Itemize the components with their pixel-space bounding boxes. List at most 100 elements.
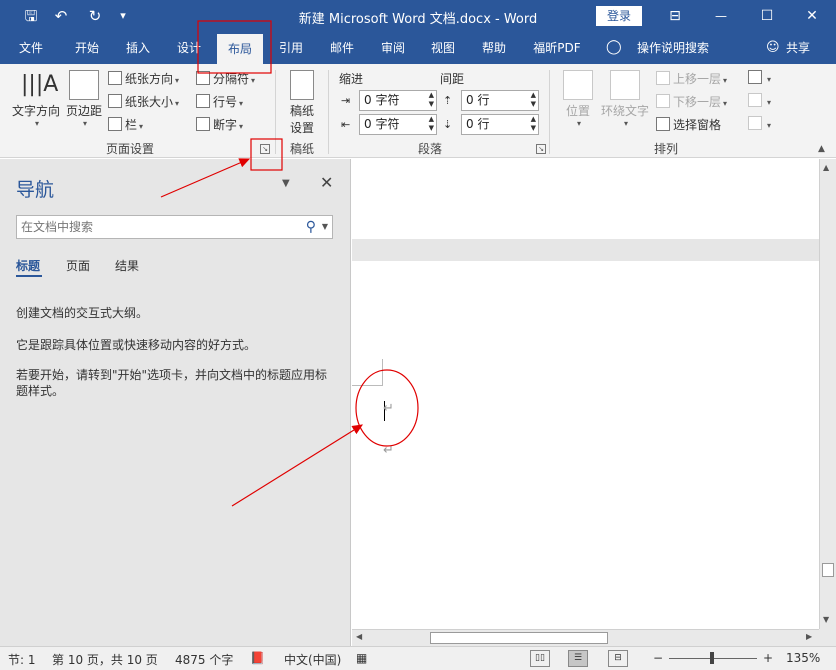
collapse-ribbon-icon[interactable]: ▲ (818, 144, 825, 154)
spinner-arrows-icon[interactable]: ▲ ▼ (531, 115, 536, 133)
minimize-icon[interactable]: — (706, 4, 736, 28)
nav-tab-pages[interactable]: 页面 (66, 257, 90, 274)
zoom-in-button[interactable]: + (763, 651, 773, 665)
macro-record-icon[interactable]: ▦ (356, 651, 367, 665)
line-numbers-icon (196, 94, 210, 108)
web-layout-icon[interactable]: ⊟ (608, 650, 628, 667)
scroll-down-icon[interactable]: ▼ (823, 615, 829, 624)
wrap-text-icon (610, 70, 640, 100)
zoom-level[interactable]: 135% (786, 651, 820, 665)
scroll-left-icon[interactable]: ◀ (356, 632, 362, 641)
document-page-current[interactable]: ↵ ↵ (352, 261, 819, 629)
status-language[interactable]: 中文(中国) (284, 651, 341, 668)
indent-left-input[interactable]: 0 字符 ▲ ▼ (359, 90, 437, 111)
spacing-after-icon: ⇣ (443, 118, 453, 131)
position-button[interactable]: 位置 ▾ (562, 70, 594, 128)
wrap-text-button[interactable]: 环绕文字 ▾ (598, 70, 652, 128)
scroll-up-icon[interactable]: ▲ (823, 163, 829, 172)
status-words[interactable]: 4875 个字 (175, 651, 233, 668)
breaks-label: 分隔符 (213, 72, 250, 86)
tab-mailings[interactable]: 邮件 (323, 32, 361, 64)
close-icon[interactable]: ✕ (320, 173, 333, 192)
nav-search-input[interactable]: 在文档中搜索 ⚲ ▼ (16, 215, 333, 239)
tab-foxit-pdf[interactable]: 福昕PDF (527, 32, 587, 64)
print-layout-icon[interactable]: ☰ (568, 650, 588, 667)
spacing-before-icon: ⇡ (443, 94, 453, 107)
spacing-before-input[interactable]: 0 行 ▲ ▼ (461, 90, 539, 111)
margins-icon (69, 70, 99, 100)
spinner-arrows-icon[interactable]: ▲ ▼ (531, 91, 536, 109)
ribbon-display-options-icon[interactable]: ⊟ (660, 4, 690, 28)
selection-pane-button[interactable]: 选择窗格 (656, 116, 721, 133)
hyphenation-button[interactable]: 断字 ▾ (196, 116, 243, 133)
horizontal-scrollbar[interactable]: ◀ ▶ (352, 629, 819, 646)
chevron-down-icon[interactable]: ▼ (282, 178, 290, 189)
margins-label: 页边距 (65, 104, 102, 118)
orientation-button[interactable]: 纸张方向 ▾ (108, 70, 179, 87)
proofing-icon[interactable]: 📕 (250, 651, 265, 665)
scroll-thumb[interactable] (430, 632, 608, 644)
chevron-down-icon: ▾ (34, 119, 39, 128)
group-button[interactable]: ▾ (748, 93, 771, 108)
status-page[interactable]: 第 10 页，共 10 页 (52, 651, 158, 668)
tab-help[interactable]: 帮助 (475, 32, 513, 64)
status-section[interactable]: 节: 1 (8, 651, 36, 668)
tab-design[interactable]: 设计 (170, 32, 208, 64)
read-mode-icon[interactable]: ▯▯ (530, 650, 550, 667)
chevron-down-icon: ▾ (82, 119, 87, 128)
document-area[interactable]: ↵ ↵ (352, 159, 819, 629)
nav-tab-headings[interactable]: 标题 (16, 257, 40, 274)
spinner-arrows-icon[interactable]: ▲ ▼ (429, 115, 434, 133)
spacing-after-input[interactable]: 0 行 ▲ ▼ (461, 114, 539, 135)
scroll-right-icon[interactable]: ▶ (806, 632, 812, 641)
margins-button[interactable]: 页边距 ▾ (64, 70, 104, 128)
indent-right-input[interactable]: 0 字符 ▲ ▼ (359, 114, 437, 135)
align-button[interactable]: ▾ (748, 70, 771, 85)
wrap-text-label: 环绕文字 (600, 104, 649, 118)
maximize-icon[interactable]: ☐ (752, 4, 782, 28)
tell-me-search[interactable]: 操作说明搜索 (630, 32, 716, 64)
line-numbers-button[interactable]: 行号 ▾ (196, 93, 243, 110)
bring-forward-icon (656, 71, 670, 85)
rotate-button[interactable]: ▾ (748, 116, 771, 131)
tab-file[interactable]: 文件 (12, 32, 50, 64)
chevron-down-icon: ▾ (723, 76, 728, 85)
columns-label: 栏 (125, 118, 138, 132)
chevron-down-icon[interactable]: ▼ (322, 216, 328, 238)
search-icon[interactable]: ⚲ (306, 216, 316, 238)
chevron-down-icon: ▾ (175, 99, 180, 108)
paragraph-dialog-launcher-icon[interactable]: ↘ (536, 144, 546, 154)
indent-right-icon: ⇤ (341, 118, 351, 131)
tab-references[interactable]: 引用 (272, 32, 310, 64)
zoom-slider-thumb[interactable] (710, 652, 714, 664)
tab-view[interactable]: 视图 (424, 32, 462, 64)
tab-layout[interactable]: 布局 (217, 34, 263, 64)
paper-size-icon (108, 94, 122, 108)
tab-review[interactable]: 审阅 (374, 32, 412, 64)
tab-home[interactable]: 开始 (68, 32, 106, 64)
breaks-button[interactable]: 分隔符 ▾ (196, 70, 255, 87)
nav-title: 导航 (16, 179, 55, 201)
paragraph-group-label: 段落 (417, 142, 442, 156)
document-page-previous[interactable] (352, 159, 819, 239)
page-setup-dialog-launcher-icon[interactable]: ↘ (260, 144, 270, 154)
bring-forward-button[interactable]: 上移一层 ▾ (656, 70, 727, 87)
vertical-scrollbar[interactable]: ▲ ▼ (819, 159, 836, 629)
spinner-arrows-icon[interactable]: ▲ ▼ (429, 91, 434, 109)
spacing-label: 间距 (440, 72, 465, 86)
manuscript-settings-button[interactable]: 稿纸 设置 (284, 70, 320, 136)
size-button[interactable]: 纸张大小 ▾ (108, 93, 179, 110)
login-button[interactable]: 登录 (596, 6, 642, 26)
scroll-thumb[interactable] (822, 563, 834, 577)
text-direction-button[interactable]: |||A 文字方向 ▾ (10, 70, 62, 128)
columns-button[interactable]: 栏 ▾ (108, 116, 143, 133)
tab-insert[interactable]: 插入 (119, 32, 157, 64)
nav-tab-results[interactable]: 结果 (115, 257, 139, 274)
share-button[interactable]: 共享 (786, 32, 810, 64)
hyphenation-label: 断字 (213, 118, 238, 132)
status-bar: 节: 1 第 10 页，共 10 页 4875 个字 📕 中文(中国) ▦ ▯▯… (0, 646, 836, 670)
send-backward-button[interactable]: 下移一层 ▾ (656, 93, 727, 110)
close-icon[interactable]: ✕ (797, 4, 827, 28)
nav-help-text-3: 若要开始，请转到"开始"选项卡，并向文档中的标题应用标题样式。 (16, 368, 328, 398)
zoom-out-button[interactable]: − (653, 651, 663, 665)
